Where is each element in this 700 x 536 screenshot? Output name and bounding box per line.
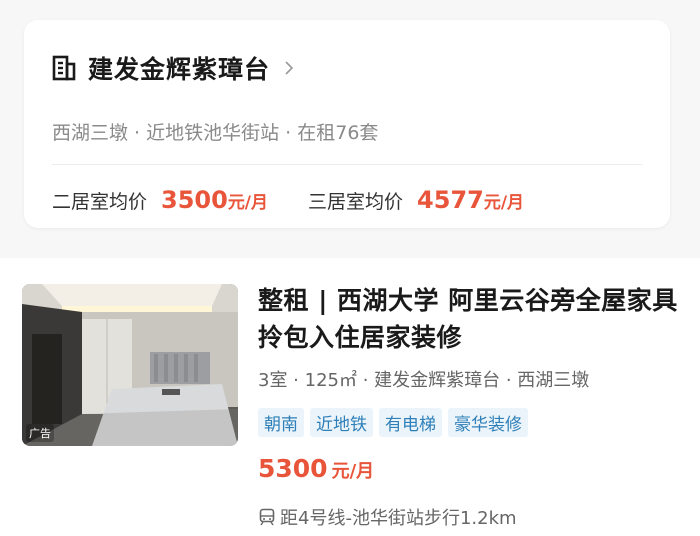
subway-distance: 距4号线-池华街站步行1.2km bbox=[258, 504, 517, 530]
feature-tag: 近地铁 bbox=[310, 408, 373, 437]
price-value: 4577 bbox=[417, 186, 484, 214]
feature-tags: 朝南 近地铁 有电梯 豪华装修 bbox=[258, 408, 534, 437]
feature-tag: 朝南 bbox=[258, 408, 304, 437]
listing-title[interactable]: 整租 | 西湖大学 阿里云谷旁全屋家具拎包入住居家装修 bbox=[258, 282, 678, 356]
price-label: 二居室均价 bbox=[52, 191, 148, 213]
listing-item[interactable]: 广告 整租 | 西湖大学 阿里云谷旁全屋家具拎包入住居家装修 3室 · 125㎡… bbox=[0, 258, 700, 536]
ad-label: 广告 bbox=[26, 424, 54, 442]
bedroom-photo bbox=[22, 284, 238, 446]
three-bedroom-price: 三居室均价 4577 元/月 bbox=[308, 186, 524, 214]
community-card: 建发金辉紫璋台 西湖三墩 · 近地铁池华街站 · 在租76套 二居室均价 350… bbox=[24, 20, 670, 228]
feature-tag: 豪华装修 bbox=[448, 408, 528, 437]
price-value: 3500 bbox=[161, 186, 228, 214]
community-title-link[interactable]: 建发金辉紫璋台 bbox=[52, 50, 294, 86]
listing-photo[interactable]: 广告 bbox=[22, 284, 238, 446]
divider bbox=[52, 164, 642, 165]
price-value: 5300 bbox=[258, 454, 328, 483]
price-label: 三居室均价 bbox=[308, 191, 404, 213]
page: 建发金辉紫璋台 西湖三墩 · 近地铁池华街站 · 在租76套 二居室均价 350… bbox=[0, 0, 700, 536]
avg-price-row: 二居室均价 3500 元/月 三居室均价 4577 元/月 bbox=[52, 186, 524, 214]
price-unit: 元/月 bbox=[483, 193, 525, 213]
chevron-right-icon bbox=[285, 61, 294, 75]
community-subtitle: 西湖三墩 · 近地铁池华街站 · 在租76套 bbox=[52, 122, 379, 144]
building-icon bbox=[52, 55, 76, 81]
two-bedroom-price: 二居室均价 3500 元/月 bbox=[52, 186, 268, 214]
feature-tag: 有电梯 bbox=[379, 408, 442, 437]
community-name: 建发金辉紫璋台 bbox=[88, 55, 271, 84]
price-unit: 元/月 bbox=[331, 461, 375, 482]
listing-meta: 3室 · 125㎡ · 建发金辉紫璋台 · 西湖三墩 bbox=[258, 370, 590, 391]
price-unit: 元/月 bbox=[227, 193, 269, 213]
subway-text: 距4号线-池华街站步行1.2km bbox=[280, 508, 517, 529]
listing-price: 5300 元/月 bbox=[258, 454, 374, 483]
subway-icon bbox=[259, 508, 275, 526]
